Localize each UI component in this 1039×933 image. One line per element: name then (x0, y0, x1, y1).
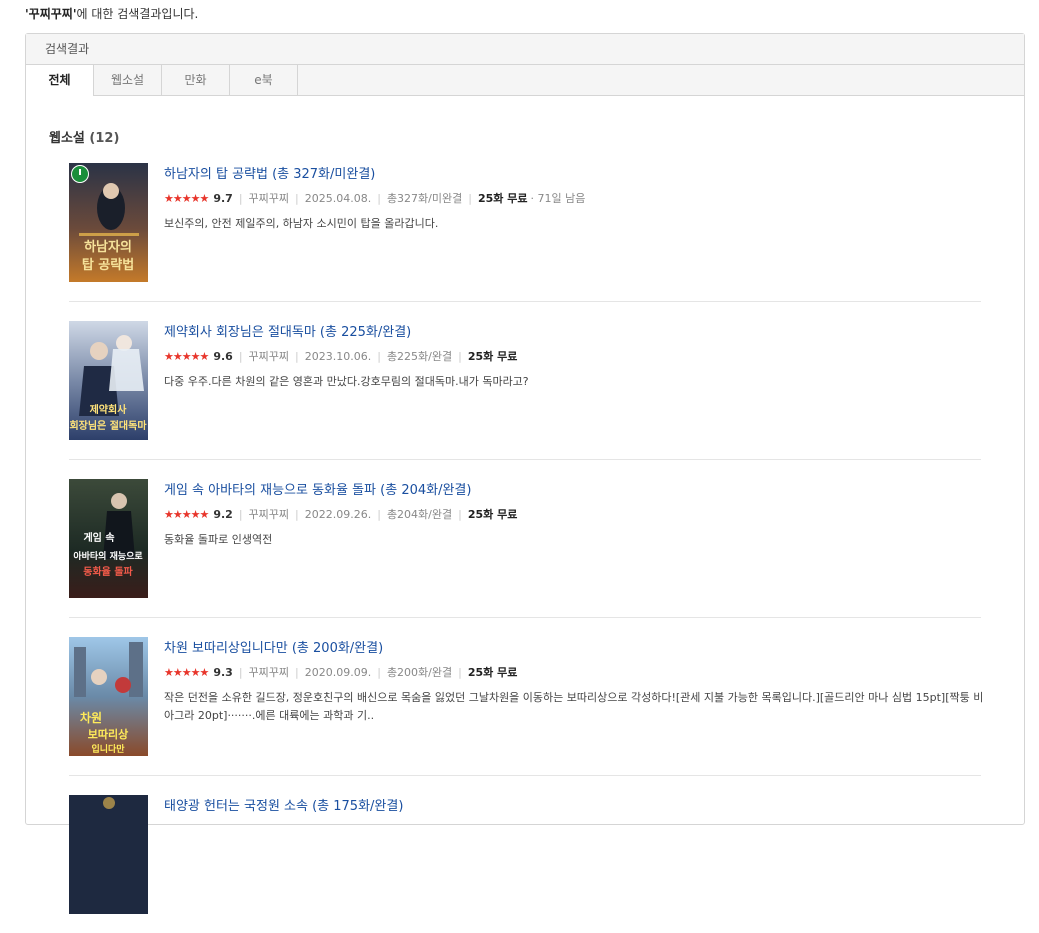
result-item: 차원 보따리상 입니다만 차원 보따리상입니다만 (총 200화/완결) ★★★… (69, 637, 984, 776)
book-description: 작은 던전을 소유한 길드장, 정운호친구의 배신으로 목숨을 잃었던 그날차원… (164, 691, 984, 722)
free-episodes: 25화 무료 (467, 508, 518, 521)
divider: | (377, 507, 381, 521)
svg-text:동화율 돌파: 동화율 돌파 (83, 565, 133, 578)
rating-stars-icon: ★★★★★ (164, 665, 209, 679)
book-cover[interactable]: 차원 보따리상 입니다만 (69, 637, 148, 756)
divider: | (377, 665, 381, 679)
result-item: 태양광 헌터는 국정원 소속 (총 175화/완결) (69, 795, 981, 933)
book-description: 동화율 돌파로 인생역전 (164, 533, 273, 546)
search-results-panel: 검색결과 전체 웹소설 만화 e북 웹소설 (12) 하남자의 탑 공략법 하남… (25, 33, 1025, 914)
svg-text:회장님은 절대독마: 회장님은 절대독마 (69, 419, 147, 432)
rating-score: 9.2 (213, 507, 233, 521)
divider: | (458, 507, 462, 521)
svg-text:아바타의 재능으로: 아바타의 재능으로 (73, 550, 143, 562)
tab-all[interactable]: 전체 (26, 65, 94, 96)
result-item: 하남자의 탑 공략법 하남자의 탑 공략법 (총 327화/미완결) ★★★★★… (69, 163, 981, 302)
free-episodes: 25화 무료 (467, 666, 518, 679)
search-query: '꾸찌꾸찌' (25, 7, 77, 21)
publish-date: 2020.09.09. (304, 665, 372, 679)
publish-date: 2023.10.06. (304, 349, 372, 363)
book-cover[interactable]: 게임 속 아바타의 재능으로 동화율 돌파 (69, 479, 148, 598)
book-cover[interactable]: 제약회사 회장님은 절대독마 (69, 321, 148, 440)
svg-text:입니다만: 입니다만 (91, 743, 125, 755)
episode-count: 총225화/완결 (386, 350, 453, 363)
divider: | (295, 191, 299, 205)
episode-count: 총327화/미완결 (386, 192, 463, 205)
result-item: 게임 속 아바타의 재능으로 동화율 돌파 게임 속 아바타의 재능으로 동화율… (69, 479, 981, 618)
svg-text:제약회사: 제약회사 (90, 403, 128, 416)
rating-stars-icon: ★★★★★ (164, 349, 209, 363)
book-meta: ★★★★★ 9.3 | 꾸찌꾸찌 | 2020.09.09. | 총200화/완… (164, 664, 984, 680)
episode-count: 총200화/완결 (386, 666, 453, 679)
author-name[interactable]: 꾸찌꾸찌 (249, 348, 289, 364)
divider: | (468, 191, 472, 205)
book-description: 보신주의, 안전 제일주의, 하남자 소시민이 탑을 올라갑니다. (164, 217, 439, 230)
divider: | (238, 507, 243, 521)
divider: | (238, 349, 243, 363)
divider: | (377, 191, 381, 205)
free-episodes: 25화 무료 (467, 350, 518, 363)
book-meta: ★★★★★ 9.2 | 꾸찌꾸찌 | 2022.09.26. | 총204화/완… (164, 506, 984, 522)
book-description: 다중 우주.다른 차원의 같은 영혼과 만났다.강호무림의 절대독마.내가 독마… (164, 375, 529, 388)
publish-date: 2025.04.08. (304, 191, 372, 205)
free-episodes: 25화 무료 (477, 192, 528, 205)
section-title: 웹소설 (12) (49, 127, 119, 146)
book-title-link[interactable]: 하남자의 탑 공략법 (총 327화/미완결) (164, 163, 984, 182)
book-cover[interactable]: 하남자의 탑 공략법 (69, 163, 148, 282)
svg-text:하남자의: 하남자의 (84, 239, 132, 255)
book-cover[interactable] (69, 795, 148, 914)
divider: | (238, 191, 243, 205)
divider: | (295, 507, 299, 521)
svg-text:탑 공략법: 탑 공략법 (82, 257, 134, 273)
svg-text:차원: 차원 (80, 710, 102, 725)
panel-header: 검색결과 (26, 34, 1024, 65)
divider: | (295, 349, 299, 363)
tab-comic[interactable]: 만화 (162, 65, 230, 95)
svg-text:보따리상: 보따리상 (88, 727, 128, 741)
search-caption-suffix: 에 대한 검색결과입니다. (76, 7, 199, 21)
rating-stars-icon: ★★★★★ (164, 191, 209, 205)
divider: | (295, 665, 299, 679)
section-count: (12) (89, 131, 120, 146)
publish-date: 2022.09.26. (304, 507, 372, 521)
result-item: 제약회사 회장님은 절대독마 제약회사 회장님은 절대독마 (총 225화/완결… (69, 321, 981, 460)
book-meta: ★★★★★ 9.7 | 꾸찌꾸찌 | 2025.04.08. | 총327화/미… (164, 190, 984, 206)
rating-stars-icon: ★★★★★ (164, 507, 209, 521)
episode-count: 총204화/완결 (386, 508, 453, 521)
tab-ebook[interactable]: e북 (230, 65, 298, 95)
search-caption: '꾸찌꾸찌'에 대한 검색결과입니다. (25, 5, 198, 22)
divider: | (458, 349, 462, 363)
days-remaining: · 71일 남음 (530, 192, 586, 205)
rating-score: 9.6 (213, 349, 233, 363)
rating-score: 9.7 (213, 191, 233, 205)
book-title-link[interactable]: 게임 속 아바타의 재능으로 동화율 돌파 (총 204화/완결) (164, 479, 984, 498)
divider: | (377, 349, 381, 363)
rating-score: 9.3 (213, 665, 233, 679)
divider: | (458, 665, 462, 679)
timer-icon (71, 165, 89, 183)
svg-text:게임 속: 게임 속 (83, 531, 114, 544)
tab-webnovel[interactable]: 웹소설 (94, 65, 162, 95)
book-title-link[interactable]: 차원 보따리상입니다만 (총 200화/완결) (164, 637, 984, 656)
author-name[interactable]: 꾸찌꾸찌 (249, 664, 289, 680)
author-name[interactable]: 꾸찌꾸찌 (249, 190, 289, 206)
section-name: 웹소설 (49, 131, 85, 146)
book-title-link[interactable]: 제약회사 회장님은 절대독마 (총 225화/완결) (164, 321, 984, 340)
author-name[interactable]: 꾸찌꾸찌 (249, 506, 289, 522)
book-meta: ★★★★★ 9.6 | 꾸찌꾸찌 | 2023.10.06. | 총225화/완… (164, 348, 984, 364)
category-tabs: 전체 웹소설 만화 e북 (26, 65, 1024, 96)
divider: | (238, 665, 243, 679)
